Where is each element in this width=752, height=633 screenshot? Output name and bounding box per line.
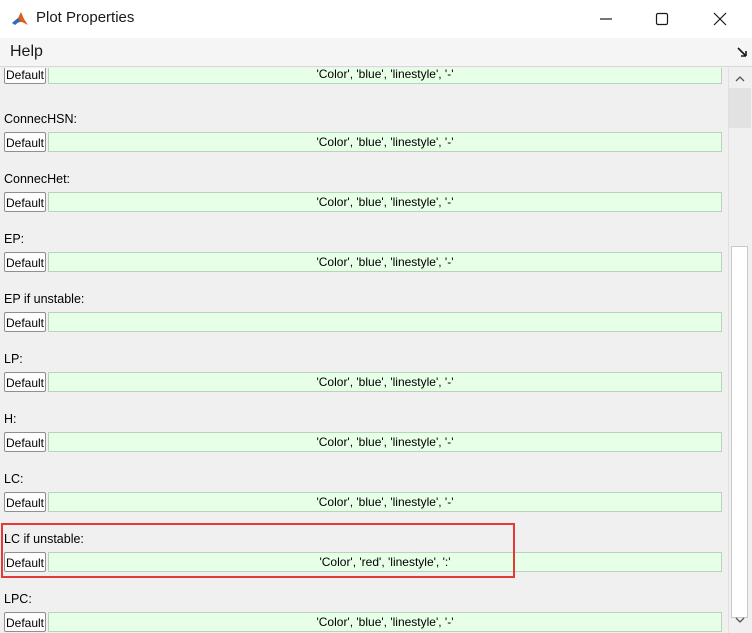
property-row: LPC: Default 'Color', 'blue', 'linestyle… [0, 590, 728, 633]
close-icon [713, 12, 727, 26]
property-value-field[interactable]: 'Color', 'blue', 'linestyle', '-' [48, 612, 722, 632]
property-value-field[interactable] [48, 312, 722, 332]
scroll-down-button[interactable] [729, 611, 751, 629]
property-row: EP if unstable: Default [0, 290, 728, 350]
matlab-icon [10, 9, 30, 29]
property-label: LPC: [4, 592, 32, 606]
default-button[interactable]: Default [4, 612, 46, 632]
scroll-track[interactable] [729, 88, 751, 128]
property-label: LC: [4, 472, 24, 486]
property-value-field[interactable]: 'Color', 'blue', 'linestyle', '-' [48, 492, 722, 512]
property-row: ConnecHSN: Default 'Color', 'blue', 'lin… [0, 110, 728, 170]
default-button[interactable]: Default [4, 552, 46, 572]
default-button[interactable]: Default [4, 372, 46, 392]
default-button[interactable]: Default [4, 192, 46, 212]
property-value-field[interactable]: 'Color', 'blue', 'linestyle', '-' [48, 192, 722, 212]
property-row: LC if unstable: Default 'Color', 'red', … [0, 530, 728, 590]
close-button[interactable] [692, 0, 748, 38]
default-button[interactable]: Default [4, 252, 46, 272]
maximize-button[interactable] [634, 0, 690, 38]
property-row: EP: Default 'Color', 'blue', 'linestyle'… [0, 230, 728, 290]
property-label: EP: [4, 232, 25, 246]
property-label: ConnecHSN: [4, 112, 77, 126]
properties-panel: Default 'Color', 'blue', 'linestyle', '-… [0, 68, 728, 633]
property-value-field[interactable]: 'Color', 'blue', 'linestyle', '-' [48, 372, 722, 392]
property-row: H: Default 'Color', 'blue', 'linestyle',… [0, 410, 728, 470]
vertical-scrollbar[interactable] [728, 68, 751, 633]
property-label: H: [4, 412, 17, 426]
dock-arrow-icon[interactable] [736, 46, 748, 58]
property-label: LP: [4, 352, 23, 366]
minimize-button[interactable] [578, 0, 634, 38]
default-button[interactable]: Default [4, 312, 46, 332]
property-row: LC: Default 'Color', 'blue', 'linestyle'… [0, 470, 728, 530]
property-row: ConnecHet: Default 'Color', 'blue', 'lin… [0, 170, 728, 230]
property-value-field[interactable]: 'Color', 'blue', 'linestyle', '-' [48, 132, 722, 152]
property-label: LC if unstable: [4, 532, 84, 546]
property-value-field[interactable]: 'Color', 'blue', 'linestyle', '-' [48, 252, 722, 272]
scroll-up-button[interactable] [729, 70, 751, 88]
chevron-down-icon [735, 617, 745, 623]
window-title: Plot Properties [36, 9, 135, 26]
scroll-thumb[interactable] [731, 246, 748, 618]
default-button[interactable]: Default [4, 68, 46, 84]
property-value-field[interactable]: 'Color', 'red', 'linestyle', ':' [48, 552, 722, 572]
default-button[interactable]: Default [4, 132, 46, 152]
property-value-field[interactable]: 'Color', 'blue', 'linestyle', '-' [48, 432, 722, 452]
title-bar: Plot Properties [0, 0, 752, 39]
menu-bar: Help [0, 38, 752, 67]
property-label: ConnecHet: [4, 172, 71, 186]
minimize-icon [600, 18, 612, 20]
default-button[interactable]: Default [4, 492, 46, 512]
chevron-up-icon [735, 76, 745, 82]
default-button[interactable]: Default [4, 432, 46, 452]
menu-help[interactable]: Help [10, 43, 43, 61]
property-label: EP if unstable: [4, 292, 85, 306]
property-value-field[interactable]: 'Color', 'blue', 'linestyle', '-' [48, 68, 722, 84]
maximize-icon [655, 12, 669, 26]
property-row: LP: Default 'Color', 'blue', 'linestyle'… [0, 350, 728, 410]
